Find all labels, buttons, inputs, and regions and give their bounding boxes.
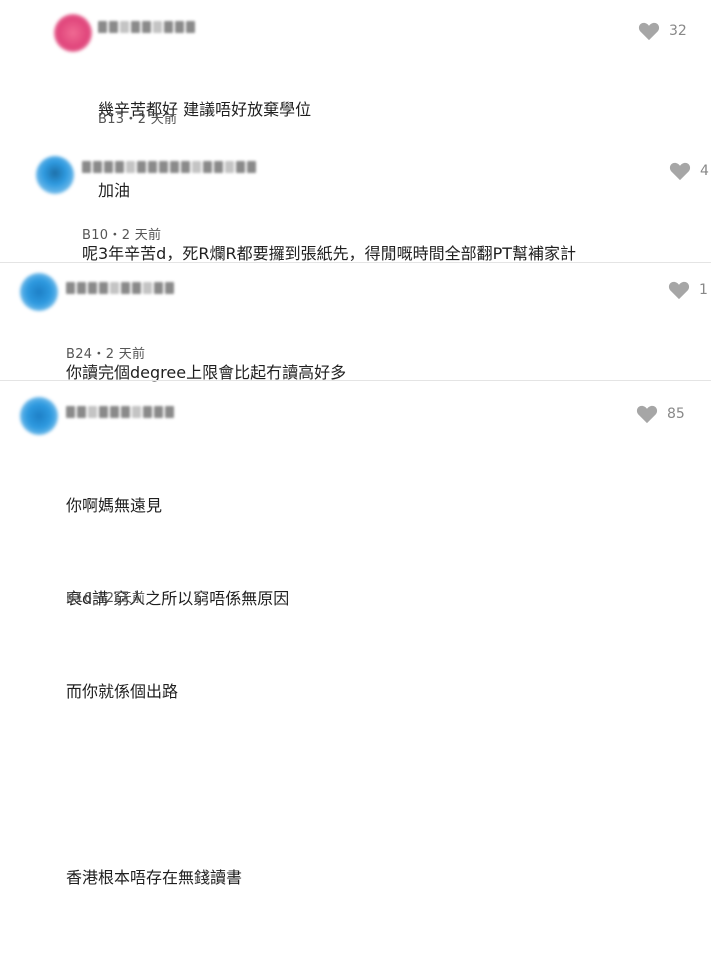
comment-line [66,769,289,800]
meta-separator: ・ [92,591,106,606]
comment-item: 幾辛苦都好 建議唔好放棄學位 加油 B13・2 天前 32 [0,0,711,200]
comment-meta: B10・2 天前 [82,224,161,243]
comment-line: 你啊媽無遠見 [66,496,163,515]
like-count: 4 [700,163,709,179]
comment-item: 你讀完個degree上限會比起冇讀高好多 B24・2 天前 1 [0,263,711,382]
comment-meta: B24・2 天前 [66,343,145,362]
heart-icon [669,162,691,181]
username-redacted[interactable] [82,160,256,174]
comment-item: 呢3年辛苦d，死R爛R都要攞到張紙先，得閒嘅時間全部翻PT幫補家計 B10・2 … [0,150,711,263]
avatar[interactable] [36,156,74,194]
username-redacted[interactable] [66,281,174,295]
heart-icon [668,281,690,300]
floor-number: B16 [66,591,93,606]
like-count: 1 [699,282,708,298]
floor-number: B10 [82,228,109,243]
comment-line: 香港根本唔存在無錢讀書 [66,868,243,887]
like-count: 85 [667,406,685,422]
comment-line: 而你就係個出路 [66,682,179,701]
floor-number: B13 [98,112,125,127]
avatar[interactable] [20,397,58,435]
username-redacted[interactable] [98,20,195,34]
comment-body: 你啊媽無遠見 衰d講 窮人之所以窮唔係無原因 而你就係個出路 香港根本唔存在無錢… [66,428,289,955]
timestamp: 2 天前 [121,228,162,243]
comment-meta: B16・2 天前 [66,587,145,606]
avatar[interactable] [20,273,58,311]
meta-separator: ・ [124,112,138,127]
heart-icon [636,405,658,424]
avatar[interactable] [54,14,92,52]
like-button[interactable]: 85 [636,404,685,424]
like-count: 32 [669,23,687,39]
heart-icon [638,22,660,41]
username-redacted[interactable] [66,405,174,419]
timestamp: 2 天前 [105,591,146,606]
meta-separator: ・ [108,228,122,243]
like-button[interactable]: 4 [669,161,709,181]
like-button[interactable]: 32 [638,21,687,41]
timestamp: 2 天前 [105,347,146,362]
meta-separator: ・ [92,347,106,362]
like-button[interactable]: 1 [668,280,708,300]
timestamp: 2 天前 [137,112,178,127]
floor-number: B24 [66,347,93,362]
comment-item: 你啊媽無遠見 衰d講 窮人之所以窮唔係無原因 而你就係個出路 香港根本唔存在無錢… [0,381,711,887]
comment-meta: B13・2 天前 [98,108,177,127]
